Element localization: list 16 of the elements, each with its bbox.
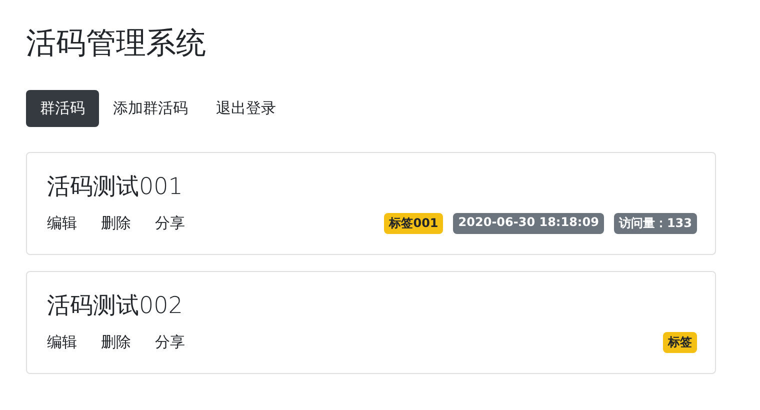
page-title: 活码管理系统 bbox=[26, 25, 207, 63]
action-link[interactable]: 编辑 bbox=[47, 214, 77, 233]
action-link[interactable]: 分享 bbox=[155, 214, 185, 233]
tag-badge: 标签001 bbox=[384, 213, 444, 234]
action-link[interactable]: 删除 bbox=[101, 333, 131, 352]
card-title: 活码测试001 bbox=[47, 173, 184, 202]
nav-tab[interactable]: 退出登录 bbox=[202, 90, 290, 127]
views-badge: 访问量：133 bbox=[614, 213, 697, 234]
time-badge: 2020-06-30 18:18:09 bbox=[453, 213, 604, 234]
tag-badge: 标签 bbox=[663, 332, 697, 353]
card-title: 活码测试002 bbox=[47, 292, 184, 321]
nav-tab[interactable]: 群活码 bbox=[26, 90, 99, 127]
action-link[interactable]: 删除 bbox=[101, 214, 131, 233]
nav-tab[interactable]: 添加群活码 bbox=[99, 90, 202, 127]
action-link[interactable]: 编辑 bbox=[47, 333, 77, 352]
action-link[interactable]: 分享 bbox=[155, 333, 185, 352]
